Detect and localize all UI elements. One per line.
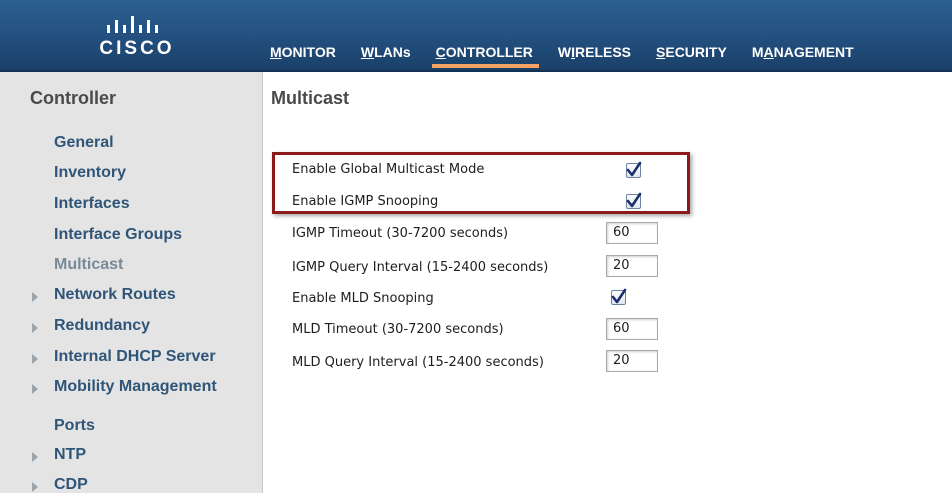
mld-query-interval-label: MLD Query Interval (15-2400 seconds) [292,355,544,370]
checkmark-icon [611,288,627,304]
main-nav: MONITOR WLANs CONTROLLER WIRELESS SECURI… [270,44,879,68]
sidebar: Controller General Inventory Interfaces … [0,72,263,493]
cisco-logo[interactable]: CISCO [82,12,192,62]
mld-snooping-label: Enable MLD Snooping [292,291,434,306]
sidebar-title: Controller [30,88,117,108]
expand-arrow-icon[interactable] [32,292,38,302]
igmp-timeout-label: IGMP Timeout (30-7200 seconds) [292,226,509,241]
sidebar-item-network-routes[interactable]: Network Routes [54,286,176,308]
mld-timeout-label: MLD Timeout (30-7200 seconds) [292,322,504,337]
nav-management[interactable]: MANAGEMENT [752,44,854,68]
checkmark-icon [626,161,642,177]
sidebar-item-inventory[interactable]: Inventory [54,164,126,186]
nav-controller[interactable]: CONTROLLER [431,44,540,68]
mld-timeout-input[interactable]: 60 [606,318,658,340]
sidebar-item-mobility-management[interactable]: Mobility Management [54,378,217,400]
expand-arrow-icon[interactable] [32,452,38,462]
logo-text: CISCO [99,38,175,59]
sidebar-item-interface-groups[interactable]: Interface Groups [54,226,182,248]
igmp-snooping-label: Enable IGMP Snooping [292,194,439,209]
sidebar-item-ntp[interactable]: NTP [54,446,86,468]
mld-snooping-checkbox[interactable] [611,288,627,305]
expand-arrow-icon[interactable] [32,482,38,492]
mld-query-interval-input[interactable]: 20 [606,350,658,372]
sidebar-item-general[interactable]: General [54,134,114,156]
checkmark-icon [626,192,642,208]
expand-arrow-icon[interactable] [32,354,38,364]
sidebar-item-ports[interactable]: Ports [54,417,95,439]
global-multicast-label: Enable Global Multicast Mode [292,162,485,177]
sidebar-item-cdp[interactable]: CDP [54,476,88,498]
sidebar-item-redundancy[interactable]: Redundancy [54,317,150,339]
igmp-timeout-input[interactable]: 60 [606,222,658,244]
top-header: CISCO MONITOR WLANs CONTROLLER WIRELESS … [0,0,952,72]
sidebar-item-internal-dhcp-server[interactable]: Internal DHCP Server [54,348,216,370]
cisco-bars-icon [107,16,158,33]
global-multicast-checkbox[interactable] [626,161,642,178]
nav-wireless[interactable]: WIRELESS [558,44,631,68]
igmp-snooping-checkbox[interactable] [626,192,642,209]
sidebar-item-interfaces[interactable]: Interfaces [54,195,130,217]
nav-wlans[interactable]: WLANs [361,44,411,68]
sidebar-item-multicast[interactable]: Multicast [54,256,123,278]
expand-arrow-icon[interactable] [32,384,38,394]
nav-security[interactable]: SECURITY [656,44,727,68]
page-title: Multicast [271,88,350,108]
nav-monitor[interactable]: MONITOR [270,44,336,68]
expand-arrow-icon[interactable] [32,323,38,333]
igmp-query-interval-input[interactable]: 20 [606,255,658,277]
igmp-query-interval-label: IGMP Query Interval (15-2400 seconds) [292,260,549,275]
